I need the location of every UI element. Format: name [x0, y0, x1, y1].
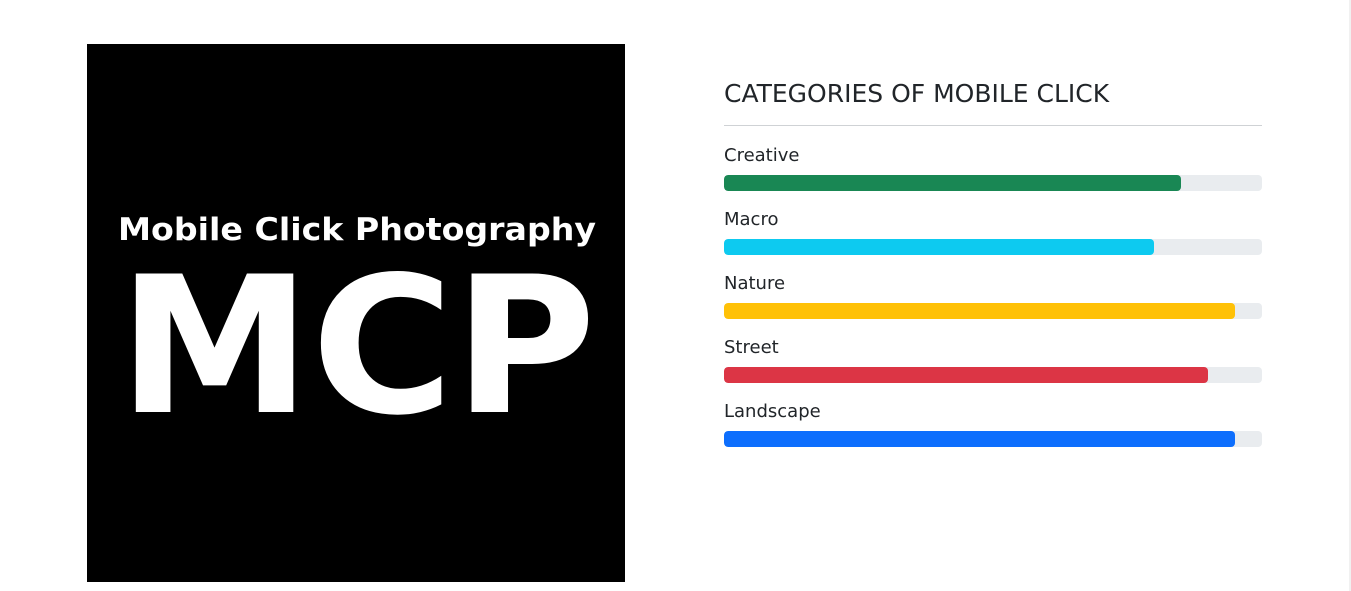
- progress-fill-landscape: [724, 431, 1236, 447]
- category-label: Street: [724, 337, 779, 358]
- progress-track: [724, 239, 1262, 255]
- category-label: Nature: [724, 273, 786, 294]
- logo-graphic: Mobile Click Photography MCP: [87, 44, 625, 582]
- category-street: Street: [724, 337, 1262, 401]
- progress-fill-nature: [724, 303, 1236, 319]
- categories-panel: CATEGORIES OF MOBILE CLICK Creative Macr…: [724, 78, 1262, 465]
- mcp-logo-image: Mobile Click Photography MCP: [87, 44, 625, 582]
- progress-track: [724, 367, 1262, 383]
- page: Mobile Click Photography MCP CATEGORIES …: [0, 0, 1351, 591]
- category-label: Macro: [724, 209, 779, 230]
- category-landscape: Landscape: [724, 401, 1262, 465]
- progress-track: [724, 303, 1262, 319]
- category-creative: Creative: [724, 145, 1262, 209]
- category-list: Creative Macro Nature Street Landscape: [724, 145, 1262, 465]
- progress-fill-macro: [724, 239, 1155, 255]
- title-divider: [724, 125, 1262, 126]
- progress-track: [724, 175, 1262, 191]
- category-nature: Nature: [724, 273, 1262, 337]
- category-macro: Macro: [724, 209, 1262, 273]
- categories-title: CATEGORIES OF MOBILE CLICK: [724, 79, 1110, 108]
- logo-line2-text: MCP: [118, 236, 596, 457]
- category-label: Landscape: [724, 401, 821, 422]
- progress-track: [724, 431, 1262, 447]
- progress-fill-street: [724, 367, 1209, 383]
- category-label: Creative: [724, 145, 800, 166]
- progress-fill-creative: [724, 175, 1182, 191]
